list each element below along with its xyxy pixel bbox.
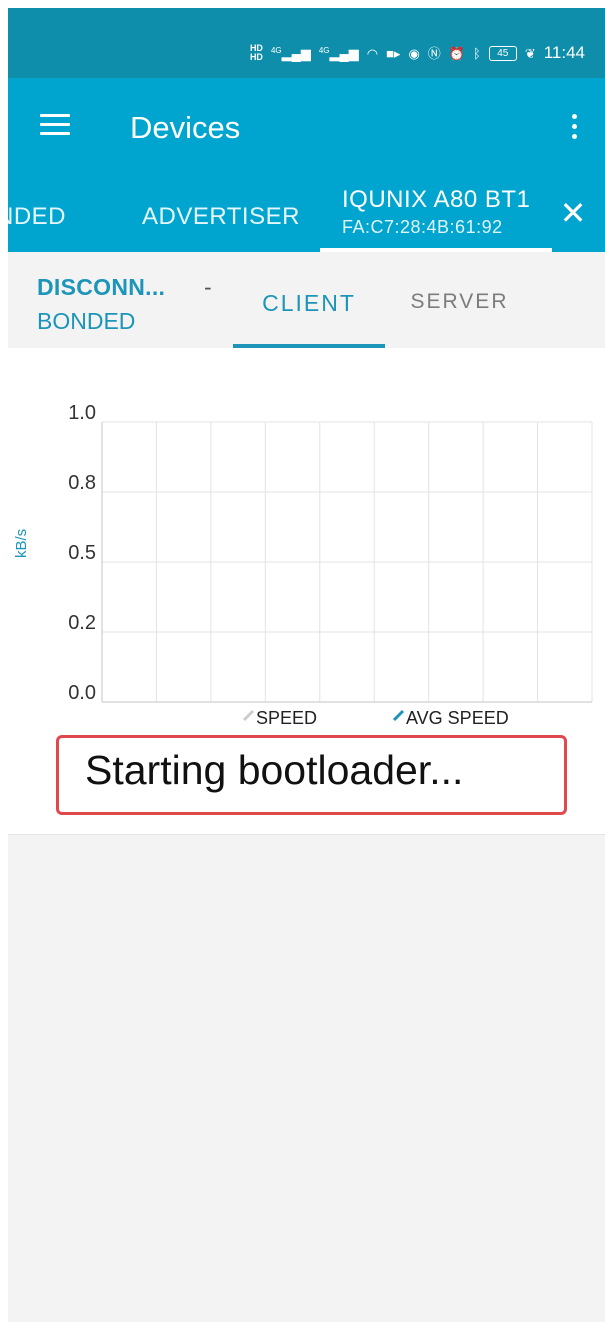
more-vert-icon <box>572 124 577 129</box>
page-title: Devices <box>130 110 241 145</box>
close-icon: ✕ <box>559 194 587 232</box>
status-message-box: Starting bootloader... <box>56 735 567 815</box>
legend-label: AVG SPEED <box>406 708 509 728</box>
menu-button[interactable] <box>38 110 72 140</box>
device-mac: FA:C7:28:4B:61:92 <box>342 217 503 237</box>
tab-bonded[interactable]: NDED <box>8 179 96 252</box>
clock: 11:44 <box>543 43 585 62</box>
signal-icon: 4G▂▄▆ <box>270 45 311 61</box>
tab-server[interactable]: SERVER <box>392 252 527 348</box>
y-tick-label: 0.2 <box>68 612 96 634</box>
nfc-icon: Ⓝ <box>427 45 441 61</box>
hamburger-icon <box>40 123 70 126</box>
y-axis-label: kB/s <box>13 528 30 558</box>
connection-header: DISCONN... - BONDED CLIENT SERVER <box>8 252 605 348</box>
app-screen: HD HD 4G▂▄▆ 4G▂▄▆ ◠ ■▸ ◉ Ⓝ ⏰ ᛒ 45 ❦ 11:44… <box>8 8 605 1322</box>
alarm-icon: ⏰ <box>448 45 465 61</box>
bond-status: BONDED <box>37 308 136 334</box>
tab-client[interactable]: CLIENT <box>233 252 385 348</box>
leaf-icon: ❦ <box>524 45 536 61</box>
connection-separator: - <box>204 274 212 300</box>
y-tick-label: 0.8 <box>68 472 96 494</box>
tab-advertiser[interactable]: ADVERTISER <box>142 179 312 252</box>
tab-advertiser-label: ADVERTISER <box>142 203 300 230</box>
battery-icon: 45 <box>488 45 517 61</box>
speed-chart: 0.0 0.2 0.5 0.8 1.0 SPEED AVG SPEED <box>68 402 593 728</box>
bluetooth-icon: ᛒ <box>473 45 481 61</box>
wifi-icon: ◠ <box>366 45 379 61</box>
more-options-button[interactable] <box>565 112 585 142</box>
y-tick-label: 0.5 <box>68 542 96 564</box>
y-tick-label: 0.0 <box>68 682 96 704</box>
status-message: Starting bootloader... <box>85 747 464 793</box>
legend-swatch <box>392 709 405 722</box>
eye-icon: ◉ <box>408 45 420 61</box>
legend-label: SPEED <box>256 708 317 728</box>
signal-icon: 4G▂▄▆ <box>318 45 359 61</box>
device-name: IQUNIX A80 BT1 <box>342 186 531 213</box>
tab-client-label: CLIENT <box>262 290 356 316</box>
tab-server-label: SERVER <box>410 290 509 313</box>
device-tabs: NDED ADVERTISER IQUNIX A80 BT1 FA:C7:28:… <box>8 179 605 252</box>
close-device-button[interactable]: ✕ <box>559 197 587 229</box>
y-tick-label: 1.0 <box>68 402 96 424</box>
more-vert-icon <box>572 114 577 119</box>
camera-icon: ■▸ <box>386 45 401 61</box>
app-bar: Devices <box>8 78 605 179</box>
speed-chart-card: 0.0 0.2 0.5 0.8 1.0 SPEED AVG SPEED kB/s Start… <box>8 348 605 835</box>
hamburger-icon <box>40 114 70 117</box>
legend-swatch <box>242 709 255 722</box>
hamburger-icon <box>40 132 70 135</box>
more-vert-icon <box>572 134 577 139</box>
connection-status: DISCONN... <box>37 274 166 300</box>
tab-bonded-label: NDED <box>8 203 67 230</box>
status-icons: HD HD 4G▂▄▆ 4G▂▄▆ ◠ ■▸ ◉ Ⓝ ⏰ ᛒ 45 ❦ 11:44 <box>250 40 585 66</box>
hd-icon: HD HD <box>249 43 263 62</box>
status-bar: HD HD 4G▂▄▆ 4G▂▄▆ ◠ ■▸ ◉ Ⓝ ⏰ ᛒ 45 ❦ 11:44 <box>8 8 605 78</box>
